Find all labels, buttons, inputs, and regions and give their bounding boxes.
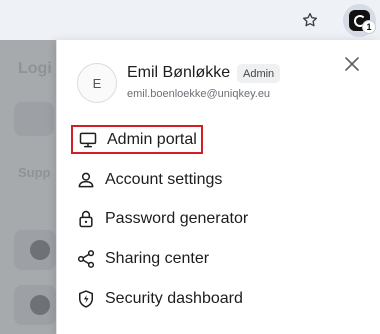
menu-item-sharing-center[interactable]: Sharing center <box>75 246 209 272</box>
menu-item-password-generator[interactable]: Password generator <box>75 206 248 232</box>
background-title: Logi <box>18 60 52 77</box>
menu-item-label: Sharing center <box>105 250 210 267</box>
menu-item-account-settings[interactable]: Account settings <box>75 167 222 193</box>
user-icon <box>75 169 97 191</box>
bookmark-star-icon[interactable] <box>298 8 322 32</box>
background-row-icon <box>30 295 50 315</box>
menu-item-security-dashboard[interactable]: Security dashboard <box>75 286 243 312</box>
background-field <box>14 102 54 136</box>
background-row-icon <box>30 240 50 260</box>
user-email: emil.boenloekke@uniqkey.eu <box>127 88 271 100</box>
close-button[interactable] <box>342 54 362 74</box>
lock-icon <box>75 208 97 230</box>
browser-toolbar: 1 <box>0 0 380 40</box>
monitor-icon <box>77 129 99 151</box>
avatar: E <box>77 63 117 103</box>
role-badge: Admin <box>237 64 281 83</box>
avatar-initial: E <box>92 75 102 91</box>
close-icon <box>345 57 359 71</box>
shield-bolt-icon <box>75 288 97 310</box>
share-icon <box>75 248 97 270</box>
user-name: Emil Bønløkke <box>127 64 231 81</box>
background-section-title: Supp <box>18 165 51 180</box>
menu-item-label: Security dashboard <box>105 290 243 307</box>
menu-item-admin-portal[interactable]: Admin portal <box>71 125 203 154</box>
extension-notification-badge: 1 <box>362 20 376 34</box>
screen: 1 Logi Supp E Emil Bønløkke Admin emil.b… <box>0 0 380 334</box>
menu-item-label: Password generator <box>105 210 249 227</box>
menu-item-label: Admin portal <box>107 130 197 148</box>
menu-item-label: Account settings <box>105 171 223 188</box>
account-popup: E Emil Bønløkke Admin emil.boenloekke@un… <box>56 40 380 334</box>
